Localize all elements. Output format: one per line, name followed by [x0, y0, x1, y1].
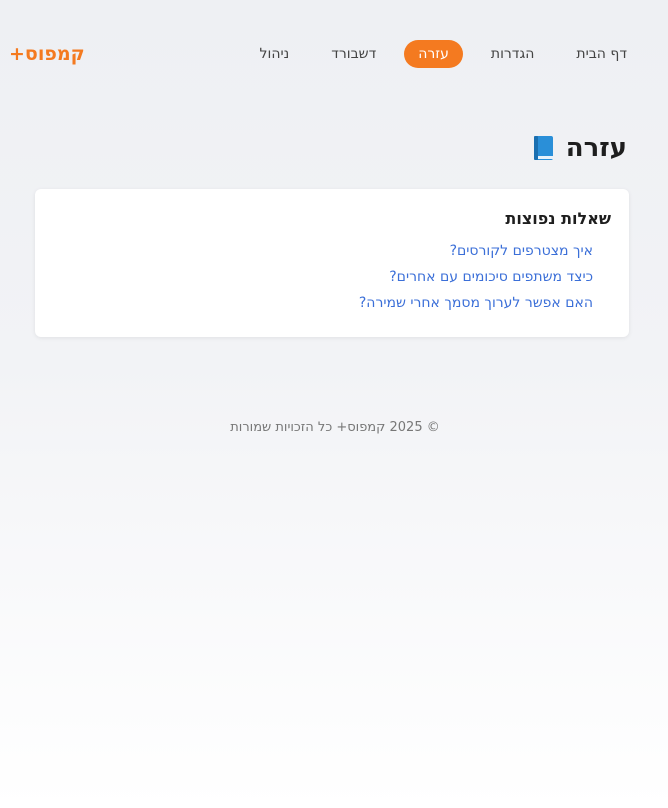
brand-logo[interactable]: קמפוס+ [9, 31, 85, 77]
faq-card: שאלות נפוצות איך מצטרפים לקורסים? כיצד מ… [35, 189, 629, 337]
page-title: עזרה [565, 133, 627, 163]
faq-list: איך מצטרפים לקורסים? כיצד משתפים סיכומים… [53, 238, 611, 316]
faq-heading: שאלות נפוצות [505, 209, 611, 228]
top-nav: דף הבית הגדרות עזרה דשבורד ניהול קמפוס+ [5, 31, 665, 77]
faq-question-share-summaries[interactable]: כיצד משתפים סיכומים עם אחרים? [53, 264, 593, 290]
faq-question-edit-document[interactable]: האם אפשר לערוך מסמך אחרי שמירה? [53, 290, 593, 316]
page-title-row: עזרה [532, 133, 627, 163]
nav-item-admin[interactable]: ניהול [246, 40, 304, 68]
nav-item-home[interactable]: דף הבית [562, 40, 641, 68]
nav-item-settings[interactable]: הגדרות [477, 40, 548, 68]
brand-logo-text: קמפוס+ [9, 43, 85, 65]
page: דף הבית הגדרות עזרה דשבורד ניהול קמפוס+ … [5, 5, 665, 803]
footer-copyright: © 2025 קמפוס+ כל הזכויות שמורות [230, 420, 440, 435]
nav-item-dashboard[interactable]: דשבורד [317, 40, 390, 68]
nav-menu: דף הבית הגדרות עזרה דשבורד ניהול [232, 31, 641, 77]
faq-question-join-courses[interactable]: איך מצטרפים לקורסים? [53, 238, 593, 264]
footer: © 2025 קמפוס+ כל הזכויות שמורות [5, 420, 665, 435]
book-icon [532, 135, 554, 161]
nav-item-help[interactable]: עזרה [404, 40, 463, 68]
